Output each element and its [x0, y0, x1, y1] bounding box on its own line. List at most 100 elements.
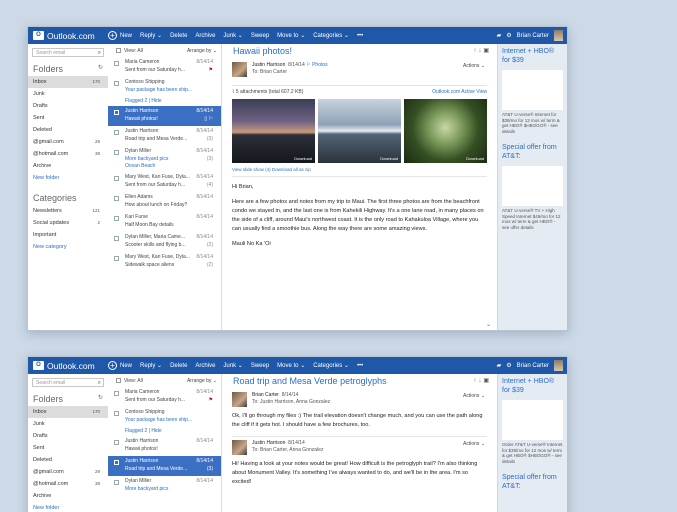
- ad-image[interactable]: [502, 400, 563, 440]
- gear-icon[interactable]: ⚙: [506, 32, 511, 39]
- list-item[interactable]: Justin Harrison 8/14/14 Hawaii photos!: [108, 436, 221, 456]
- new-folder-link[interactable]: New folder: [28, 502, 108, 512]
- photo-thumbnail[interactable]: Download: [232, 99, 315, 163]
- list-item[interactable]: Justin Harrison 8/14/14 Road trip and Mes…: [108, 456, 221, 476]
- category-tag[interactable]: Photos: [312, 62, 328, 68]
- message-checkbox[interactable]: [114, 236, 119, 241]
- folder-item-deleted[interactable]: Deleted: [28, 124, 108, 136]
- outlook-logo[interactable]: O Outlook.com: [28, 31, 108, 41]
- sender-name[interactable]: Justin Harrison: [252, 440, 285, 446]
- move-to-button[interactable]: Move to ⌄: [277, 32, 305, 39]
- actions-menu[interactable]: Actions ⌄: [463, 441, 485, 447]
- ad-title[interactable]: Special offer from AT&T:: [498, 470, 567, 494]
- list-item[interactable]: Contoso Shipping Your package has been s…: [108, 77, 221, 97]
- move-to-button[interactable]: Move to ⌄: [277, 362, 305, 369]
- folder-item-deleted[interactable]: Deleted: [28, 454, 108, 466]
- view-filter[interactable]: View: All: [116, 48, 143, 54]
- message-checkbox[interactable]: [114, 391, 119, 396]
- message-checkbox[interactable]: [114, 81, 119, 86]
- folder-item-junk[interactable]: Junk: [28, 418, 108, 430]
- list-item[interactable]: Kari Furse 8/14/14 Half Moon Bay details: [108, 212, 221, 232]
- nav-icons[interactable]: ↑↓▣: [473, 44, 491, 59]
- scroll-down-icon[interactable]: ⌄: [486, 321, 491, 328]
- ad-title[interactable]: Special offer from AT&T:: [498, 140, 567, 164]
- search-input[interactable]: Search email ⌕: [32, 378, 104, 387]
- reply-button[interactable]: Reply ⌄: [140, 362, 162, 369]
- chat-icon[interactable]: ▰: [497, 362, 502, 369]
- ad-title[interactable]: Internet + HBO® for $39: [498, 374, 567, 398]
- archive-button[interactable]: Archive: [195, 33, 215, 39]
- flag-icon[interactable]: ⚐: [306, 62, 310, 68]
- list-item[interactable]: Justin Harrison 8/14/14 Hawaii photos! ▯ ⚐: [108, 106, 221, 126]
- folder-item-hotmail[interactable]: @hotmail.com 38: [28, 478, 108, 490]
- folder-item-drafts[interactable]: Drafts: [28, 430, 108, 442]
- delete-button[interactable]: Delete: [170, 363, 187, 369]
- list-item[interactable]: Mary West, Kari Fuse, Dyla... 8/14/14 Sid…: [108, 252, 221, 272]
- folder-item-inbox[interactable]: Inbox 170: [28, 406, 108, 418]
- message-checkbox[interactable]: [114, 150, 119, 155]
- sweep-button[interactable]: Sweep: [251, 33, 269, 39]
- chat-icon[interactable]: ▰: [497, 32, 502, 39]
- list-item[interactable]: Maria Cameron 8/14/14 Sent from our Satur…: [108, 57, 221, 77]
- new-button[interactable]: + New: [108, 361, 132, 370]
- refresh-icon[interactable]: ↻: [98, 64, 103, 74]
- arrange-by-button[interactable]: Arrange by ⌄: [187, 48, 217, 54]
- message-checkbox[interactable]: [114, 130, 119, 135]
- list-item[interactable]: Dylan Miller, Maria Came... 8/14/14 Scoot…: [108, 232, 221, 252]
- message-checkbox[interactable]: [114, 480, 119, 485]
- actions-menu[interactable]: Actions ⌄: [463, 393, 485, 399]
- photo-thumbnail[interactable]: Download: [404, 99, 487, 163]
- gear-icon[interactable]: ⚙: [506, 362, 511, 369]
- search-input[interactable]: Search email ⌕: [32, 48, 104, 57]
- folder-item-gmail[interactable]: @gmail.com 29: [28, 466, 108, 478]
- list-item[interactable]: Ellen Adams 8/14/14 How about lunch on Fr…: [108, 192, 221, 212]
- user-name[interactable]: Brian Carter: [517, 363, 549, 369]
- list-item[interactable]: Maria Cameron 8/14/14 Sent from our Satur…: [108, 387, 221, 407]
- folder-item-inbox[interactable]: Inbox 170: [28, 76, 108, 88]
- avatar[interactable]: [554, 360, 563, 371]
- photo-thumbnail[interactable]: Download: [318, 99, 401, 163]
- archive-button[interactable]: Archive: [195, 363, 215, 369]
- folder-item-hotmail[interactable]: @hotmail.com 38: [28, 148, 108, 160]
- view-in-link[interactable]: Outlook.com Active View: [432, 89, 487, 95]
- list-item[interactable]: Dylan Miller 8/14/14 More backyard pics: [108, 476, 221, 496]
- junk-button[interactable]: Junk ⌄: [223, 32, 242, 39]
- refresh-icon[interactable]: ↻: [98, 394, 103, 404]
- gallery-links[interactable]: View slide show (4) Download all as zip: [232, 167, 487, 172]
- ad-title[interactable]: Internet + HBO® for $39: [498, 44, 567, 68]
- folder-item-gmail[interactable]: @gmail.com 29: [28, 136, 108, 148]
- folder-item-junk[interactable]: Junk: [28, 88, 108, 100]
- download-link[interactable]: Download: [466, 156, 484, 161]
- message-checkbox[interactable]: [114, 110, 119, 115]
- download-link[interactable]: Download: [380, 156, 398, 161]
- message-checkbox[interactable]: [114, 61, 119, 66]
- flag-icon[interactable]: ⚑: [209, 67, 213, 75]
- new-button[interactable]: + New: [108, 31, 132, 40]
- sweep-button[interactable]: Sweep: [251, 363, 269, 369]
- categories-button[interactable]: Categories ⌄: [313, 32, 349, 39]
- folders-heading[interactable]: Folders ↻: [28, 61, 108, 76]
- sender-name[interactable]: Brian Carter: [252, 392, 279, 398]
- category-item-newsletters[interactable]: Newsletters 121: [28, 205, 108, 217]
- sender-name[interactable]: Justin Harrison: [252, 62, 285, 68]
- download-link[interactable]: Download: [294, 156, 312, 161]
- categories-button[interactable]: Categories ⌄: [313, 362, 349, 369]
- more-button[interactable]: •••: [357, 363, 363, 369]
- category-item-important[interactable]: Important: [28, 229, 108, 241]
- message-checkbox[interactable]: [114, 460, 119, 465]
- folder-item-sent[interactable]: Sent: [28, 112, 108, 124]
- ad-image[interactable]: [502, 70, 563, 110]
- ad-image[interactable]: [502, 166, 563, 206]
- message-checkbox[interactable]: [114, 440, 119, 445]
- new-folder-link[interactable]: New folder: [28, 172, 108, 184]
- view-filter[interactable]: View: All: [116, 378, 143, 384]
- search-icon[interactable]: ⌕: [98, 49, 101, 57]
- select-all-checkbox[interactable]: [116, 47, 121, 53]
- list-item[interactable]: Justin Harrison 8/14/14 Road trip and Mes…: [108, 126, 221, 146]
- arrange-by-button[interactable]: Arrange by ⌄: [187, 378, 217, 384]
- attachments-summary[interactable]: ⌇ 5 attachments (total 607.2 KB): [232, 89, 303, 95]
- message-checkbox[interactable]: [114, 196, 119, 201]
- outlook-logo[interactable]: O Outlook.com: [28, 361, 108, 371]
- list-item[interactable]: Dylan Miller 8/14/14 More backyard pics (3…: [108, 146, 221, 169]
- flagged-links[interactable]: Flagged 2 | Hide: [108, 427, 221, 436]
